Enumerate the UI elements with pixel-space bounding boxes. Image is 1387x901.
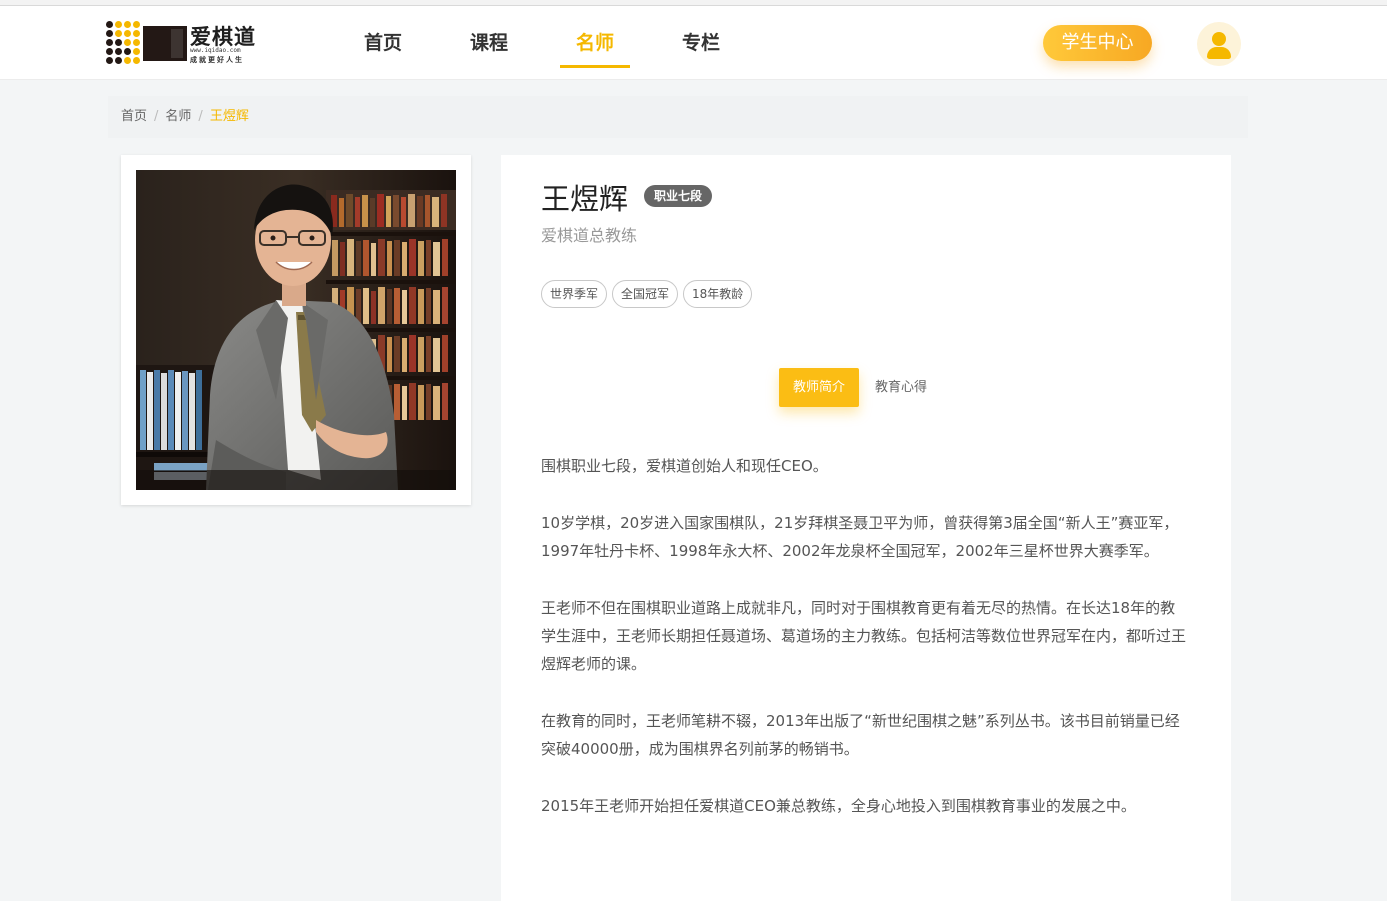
tab-teaching-insights[interactable]: 教育心得 bbox=[861, 368, 941, 407]
detail-tabs: 教师简介 教育心得 bbox=[779, 368, 943, 407]
logo-dots-icon bbox=[106, 21, 148, 65]
teacher-title: 爱棋道总教练 bbox=[541, 226, 638, 245]
breadcrumb-teachers[interactable]: 名师 bbox=[165, 109, 191, 124]
logo-dot bbox=[106, 48, 113, 55]
nav-item-teachers[interactable]: 名师 bbox=[560, 6, 631, 80]
student-center-button[interactable]: 学生中心 bbox=[1043, 25, 1152, 61]
breadcrumb: 首页 / 名师 / 王煜辉 bbox=[108, 96, 1248, 138]
logo-dot bbox=[124, 39, 131, 46]
logo-dot bbox=[124, 48, 131, 55]
site-header: 爱棋道 www.iqidao.com 成就更好人生 首页 课程 名师 专栏 学生… bbox=[0, 6, 1387, 80]
nav-item-columns[interactable]: 专栏 bbox=[666, 6, 736, 80]
tag-national-champion: 全国冠军 bbox=[612, 280, 679, 308]
logo-url: www.iqidao.com bbox=[190, 47, 241, 54]
tab-teacher-intro[interactable]: 教师简介 bbox=[779, 368, 860, 407]
logo-dot bbox=[133, 39, 140, 46]
nav-item-home[interactable]: 首页 bbox=[348, 6, 418, 80]
logo-dot bbox=[124, 57, 131, 64]
logo-dot bbox=[115, 48, 122, 55]
logo-dot bbox=[115, 30, 122, 37]
logo-dot bbox=[106, 57, 113, 64]
logo-dot bbox=[133, 21, 140, 28]
user-icon-body bbox=[1207, 47, 1231, 59]
teacher-detail-card: 王煜辉 职业七段 爱棋道总教练 世界季军 全国冠军 18年教龄 教师简介 教育心… bbox=[501, 155, 1231, 901]
intro-paragraph: 围棋职业七段，爱棋道创始人和现任CEO。 bbox=[541, 457, 828, 475]
logo-dot bbox=[115, 39, 122, 46]
intro-paragraph: 2015年王老师开始担任爱棋道CEO兼总教练，全身心地投入到围棋教育事业的发展之… bbox=[541, 797, 1136, 815]
logo-block-icon bbox=[143, 26, 187, 61]
teacher-rank-badge: 职业七段 bbox=[644, 185, 713, 207]
intro-paragraph: 在教育的同时，王老师笔耕不辍，2013年出版了“新世纪围棋之魅”系列丛书。该书目… bbox=[541, 712, 1180, 758]
logo-dot bbox=[124, 21, 131, 28]
logo-dot bbox=[115, 21, 122, 28]
tag-teaching-years: 18年教龄 bbox=[683, 280, 753, 308]
intro-paragraph: 王老师不但在围棋职业道路上成就非凡，同时对于围棋教育更有着无尽的热情。在长达18… bbox=[541, 599, 1187, 673]
breadcrumb-separator: / bbox=[154, 109, 159, 124]
breadcrumb-current: 王煜辉 bbox=[209, 109, 249, 124]
teacher-photo-card bbox=[121, 155, 471, 505]
tag-world-third: 世界季军 bbox=[541, 280, 608, 308]
logo-dot bbox=[106, 30, 113, 37]
logo-dot bbox=[124, 30, 131, 37]
main-nav: 首页 课程 名师 专栏 bbox=[364, 6, 788, 80]
teacher-intro-text: 围棋职业七段，爱棋道创始人和现任CEO。 10岁学棋，20岁进入国家围棋队，21… bbox=[541, 452, 1186, 849]
logo-dot bbox=[133, 30, 140, 37]
teacher-photo bbox=[136, 170, 456, 490]
teacher-name: 王煜辉 bbox=[541, 182, 629, 216]
breadcrumb-separator: / bbox=[198, 109, 203, 124]
intro-paragraph: 10岁学棋，20岁进入国家围棋队，21岁拜棋圣聂卫平为师，曾获得第3届全国“新人… bbox=[541, 514, 1179, 560]
user-avatar[interactable] bbox=[1197, 22, 1241, 66]
logo-dot bbox=[106, 21, 113, 28]
logo-dot bbox=[115, 57, 122, 64]
user-icon bbox=[1212, 32, 1226, 46]
teacher-tags: 世界季军 全国冠军 18年教龄 bbox=[541, 280, 757, 308]
logo-dot bbox=[133, 48, 140, 55]
breadcrumb-home[interactable]: 首页 bbox=[121, 109, 147, 124]
nav-item-courses[interactable]: 课程 bbox=[454, 6, 524, 80]
teacher-portrait-image bbox=[136, 170, 456, 490]
logo-slogan: 成就更好人生 bbox=[190, 56, 244, 64]
logo-dot bbox=[106, 39, 113, 46]
logo-dot bbox=[133, 57, 140, 64]
site-logo[interactable]: 爱棋道 www.iqidao.com 成就更好人生 bbox=[106, 21, 266, 65]
